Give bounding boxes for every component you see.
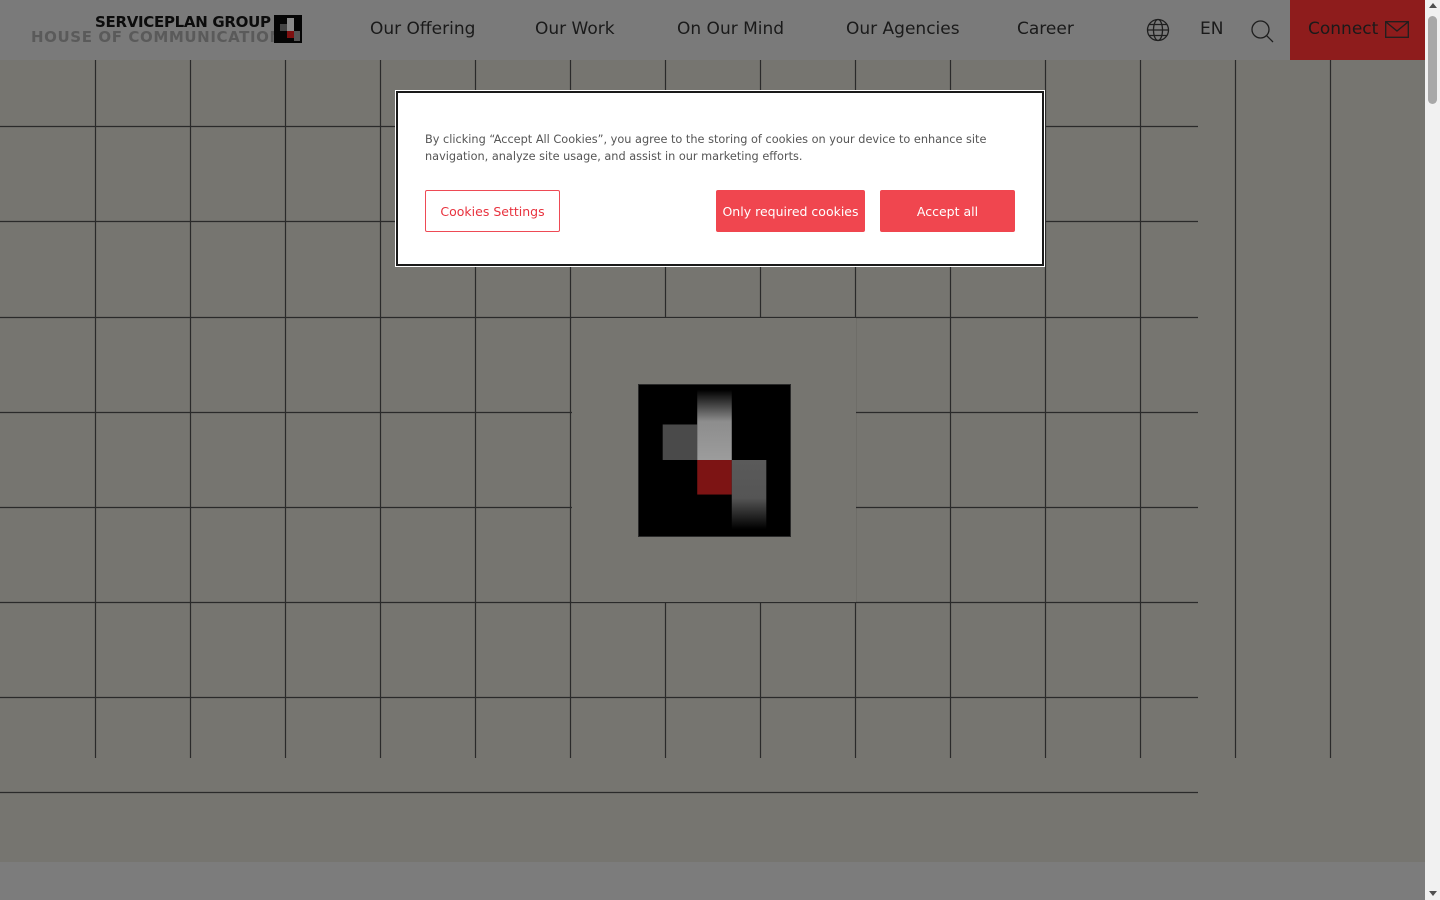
nav-career[interactable]: Career: [1017, 19, 1074, 39]
language-selector[interactable]: EN: [1200, 19, 1223, 39]
cookies-settings-button[interactable]: Cookies Settings: [425, 190, 560, 232]
search-icon[interactable]: [1250, 19, 1274, 43]
serviceplan-logo[interactable]: SERVICEPLAN GROUP HOUSE OF COMMUNICATION: [31, 14, 303, 46]
cookie-consent-text: By clicking “Accept All Cookies”, you ag…: [425, 133, 987, 163]
nav-our-work[interactable]: Our Work: [535, 19, 615, 39]
mail-icon: [1385, 21, 1409, 38]
footer-strip: [0, 862, 1425, 900]
nav-on-our-mind[interactable]: On Our Mind: [677, 19, 784, 39]
connect-label: Connect: [1308, 19, 1379, 39]
logo-mark-icon: [274, 15, 302, 43]
hero-logo-mark-icon: [638, 384, 791, 537]
site-header: SERVICEPLAN GROUP HOUSE OF COMMUNICATION…: [0, 0, 1425, 60]
logo-line2: HOUSE OF COMMUNICATION: [31, 28, 283, 46]
scroll-up-arrow-icon[interactable]: [1429, 3, 1437, 8]
cookie-consent-dialog: By clicking “Accept All Cookies”, you ag…: [395, 90, 1045, 267]
only-required-cookies-button[interactable]: Only required cookies: [716, 190, 865, 232]
page-scrollbar[interactable]: [1425, 0, 1440, 900]
connect-button[interactable]: Connect: [1290, 0, 1425, 60]
scroll-thumb[interactable]: [1428, 16, 1437, 104]
scroll-down-arrow-icon[interactable]: [1429, 891, 1437, 896]
nav-our-agencies[interactable]: Our Agencies: [846, 19, 960, 39]
globe-icon[interactable]: [1146, 18, 1170, 42]
nav-our-offering[interactable]: Our Offering: [370, 19, 475, 39]
accept-all-button[interactable]: Accept all: [880, 190, 1015, 232]
